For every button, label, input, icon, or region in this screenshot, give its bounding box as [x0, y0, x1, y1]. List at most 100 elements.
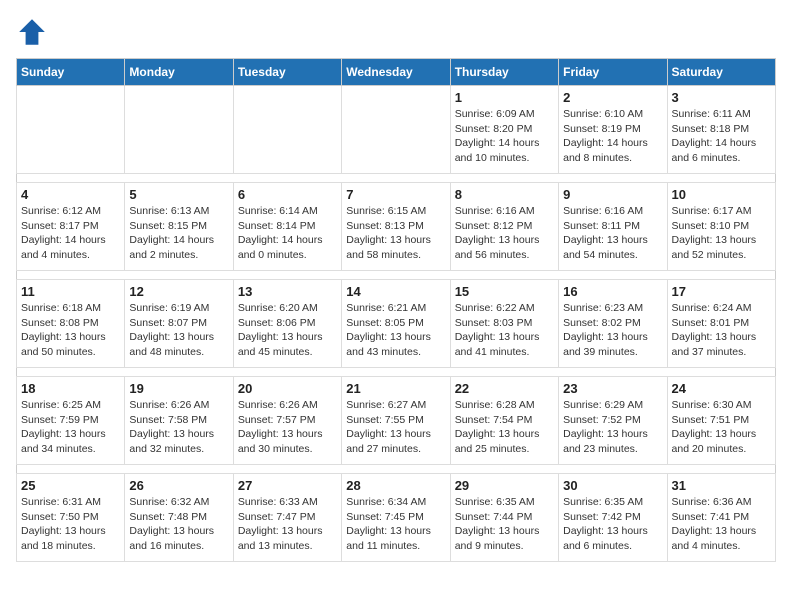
page-header	[16, 16, 776, 48]
weekday-header-tuesday: Tuesday	[233, 59, 341, 86]
weekday-header-monday: Monday	[125, 59, 233, 86]
day-number: 3	[672, 90, 771, 105]
week-row-2: 4 Sunrise: 6:12 AM Sunset: 8:17 PM Daylig…	[17, 183, 776, 271]
day-info: Sunrise: 6:35 AM Sunset: 7:42 PM Dayligh…	[563, 495, 662, 554]
day-info: Sunrise: 6:29 AM Sunset: 7:52 PM Dayligh…	[563, 398, 662, 457]
calendar-cell	[17, 86, 125, 174]
calendar-cell: 9Sunrise: 6:16 AM Sunset: 8:11 PM Daylig…	[559, 183, 667, 271]
weekday-header-row: SundayMondayTuesdayWednesdayThursdayFrid…	[17, 59, 776, 86]
week-row-4: 18Sunrise: 6:25 AM Sunset: 7:59 PM Dayli…	[17, 377, 776, 465]
weekday-header-friday: Friday	[559, 59, 667, 86]
day-info: Sunrise: 6:11 AM Sunset: 8:18 PM Dayligh…	[672, 107, 771, 166]
calendar-cell: 6 Sunrise: 6:14 AM Sunset: 8:14 PM Daylig…	[233, 183, 341, 271]
day-number: 10	[672, 187, 771, 202]
day-info: Sunrise: 6:12 AM Sunset: 8:17 PM Dayligh…	[21, 204, 120, 263]
day-number: 5	[129, 187, 228, 202]
day-info: Sunrise: 6:19 AM Sunset: 8:07 PM Dayligh…	[129, 301, 228, 360]
day-info: Sunrise: 6:10 AM Sunset: 8:19 PM Dayligh…	[563, 107, 662, 166]
day-number: 27	[238, 478, 337, 493]
day-number: 20	[238, 381, 337, 396]
logo-icon	[16, 16, 48, 48]
day-info: Sunrise: 6:09 AM Sunset: 8:20 PM Dayligh…	[455, 107, 554, 166]
day-info: Sunrise: 6:22 AM Sunset: 8:03 PM Dayligh…	[455, 301, 554, 360]
calendar-cell: 2 Sunrise: 6:10 AM Sunset: 8:19 PM Daylig…	[559, 86, 667, 174]
calendar-cell: 5 Sunrise: 6:13 AM Sunset: 8:15 PM Daylig…	[125, 183, 233, 271]
day-number: 13	[238, 284, 337, 299]
calendar-cell: 13Sunrise: 6:20 AM Sunset: 8:06 PM Dayli…	[233, 280, 341, 368]
day-number: 16	[563, 284, 662, 299]
calendar-cell: 4 Sunrise: 6:12 AM Sunset: 8:17 PM Daylig…	[17, 183, 125, 271]
day-number: 31	[672, 478, 771, 493]
day-info: Sunrise: 6:14 AM Sunset: 8:14 PM Dayligh…	[238, 204, 337, 263]
day-info: Sunrise: 6:27 AM Sunset: 7:55 PM Dayligh…	[346, 398, 445, 457]
calendar-cell: 17 Sunrise: 6:24 AM Sunset: 8:01 PM Dayli…	[667, 280, 775, 368]
day-number: 14	[346, 284, 445, 299]
day-number: 12	[129, 284, 228, 299]
day-number: 22	[455, 381, 554, 396]
day-info: Sunrise: 6:35 AM Sunset: 7:44 PM Dayligh…	[455, 495, 554, 554]
day-info: Sunrise: 6:16 AM Sunset: 8:11 PM Dayligh…	[563, 204, 662, 263]
week-separator	[17, 271, 776, 280]
calendar-cell: 15 Sunrise: 6:22 AM Sunset: 8:03 PM Dayli…	[450, 280, 558, 368]
week-separator	[17, 368, 776, 377]
day-number: 4	[21, 187, 120, 202]
calendar-cell: 24 Sunrise: 6:30 AM Sunset: 7:51 PM Dayli…	[667, 377, 775, 465]
calendar-cell	[233, 86, 341, 174]
day-info: Sunrise: 6:34 AM Sunset: 7:45 PM Dayligh…	[346, 495, 445, 554]
day-info: Sunrise: 6:18 AM Sunset: 8:08 PM Dayligh…	[21, 301, 120, 360]
day-number: 18	[21, 381, 120, 396]
day-number: 19	[129, 381, 228, 396]
weekday-header-sunday: Sunday	[17, 59, 125, 86]
calendar-cell: 16 Sunrise: 6:23 AM Sunset: 8:02 PM Dayli…	[559, 280, 667, 368]
calendar-cell: 29 Sunrise: 6:35 AM Sunset: 7:44 PM Dayli…	[450, 474, 558, 562]
day-number: 1	[455, 90, 554, 105]
day-number: 24	[672, 381, 771, 396]
calendar-cell	[342, 86, 450, 174]
day-number: 2	[563, 90, 662, 105]
day-number: 23	[563, 381, 662, 396]
calendar-cell: 12 Sunrise: 6:19 AM Sunset: 8:07 PM Dayli…	[125, 280, 233, 368]
day-info: Sunrise: 6:23 AM Sunset: 8:02 PM Dayligh…	[563, 301, 662, 360]
calendar-cell: 31Sunrise: 6:36 AM Sunset: 7:41 PM Dayli…	[667, 474, 775, 562]
weekday-header-wednesday: Wednesday	[342, 59, 450, 86]
calendar-cell: 20 Sunrise: 6:26 AM Sunset: 7:57 PM Dayli…	[233, 377, 341, 465]
calendar-cell: 25Sunrise: 6:31 AM Sunset: 7:50 PM Dayli…	[17, 474, 125, 562]
week-separator	[17, 174, 776, 183]
day-info: Sunrise: 6:15 AM Sunset: 8:13 PM Dayligh…	[346, 204, 445, 263]
day-info: Sunrise: 6:30 AM Sunset: 7:51 PM Dayligh…	[672, 398, 771, 457]
calendar-table: SundayMondayTuesdayWednesdayThursdayFrid…	[16, 58, 776, 562]
calendar-cell: 1 Sunrise: 6:09 AM Sunset: 8:20 PM Daylig…	[450, 86, 558, 174]
calendar-cell	[125, 86, 233, 174]
day-info: Sunrise: 6:32 AM Sunset: 7:48 PM Dayligh…	[129, 495, 228, 554]
day-number: 6	[238, 187, 337, 202]
day-number: 11	[21, 284, 120, 299]
day-number: 21	[346, 381, 445, 396]
day-info: Sunrise: 6:17 AM Sunset: 8:10 PM Dayligh…	[672, 204, 771, 263]
day-number: 7	[346, 187, 445, 202]
logo	[16, 16, 52, 48]
weekday-header-thursday: Thursday	[450, 59, 558, 86]
day-number: 29	[455, 478, 554, 493]
calendar-cell: 11 Sunrise: 6:18 AM Sunset: 8:08 PM Dayli…	[17, 280, 125, 368]
day-number: 17	[672, 284, 771, 299]
day-info: Sunrise: 6:33 AM Sunset: 7:47 PM Dayligh…	[238, 495, 337, 554]
calendar-cell: 19Sunrise: 6:26 AM Sunset: 7:58 PM Dayli…	[125, 377, 233, 465]
day-number: 25	[21, 478, 120, 493]
calendar-cell: 28 Sunrise: 6:34 AM Sunset: 7:45 PM Dayli…	[342, 474, 450, 562]
week-separator	[17, 465, 776, 474]
calendar-cell: 26 Sunrise: 6:32 AM Sunset: 7:48 PM Dayli…	[125, 474, 233, 562]
day-info: Sunrise: 6:26 AM Sunset: 7:57 PM Dayligh…	[238, 398, 337, 457]
calendar-cell: 18Sunrise: 6:25 AM Sunset: 7:59 PM Dayli…	[17, 377, 125, 465]
calendar-cell: 22 Sunrise: 6:28 AM Sunset: 7:54 PM Dayli…	[450, 377, 558, 465]
day-number: 28	[346, 478, 445, 493]
calendar-cell: 27 Sunrise: 6:33 AM Sunset: 7:47 PM Dayli…	[233, 474, 341, 562]
day-info: Sunrise: 6:13 AM Sunset: 8:15 PM Dayligh…	[129, 204, 228, 263]
day-number: 26	[129, 478, 228, 493]
weekday-header-saturday: Saturday	[667, 59, 775, 86]
day-info: Sunrise: 6:28 AM Sunset: 7:54 PM Dayligh…	[455, 398, 554, 457]
day-info: Sunrise: 6:24 AM Sunset: 8:01 PM Dayligh…	[672, 301, 771, 360]
day-number: 15	[455, 284, 554, 299]
calendar-cell: 23 Sunrise: 6:29 AM Sunset: 7:52 PM Dayli…	[559, 377, 667, 465]
calendar-cell: 8Sunrise: 6:16 AM Sunset: 8:12 PM Daylig…	[450, 183, 558, 271]
week-row-5: 25Sunrise: 6:31 AM Sunset: 7:50 PM Dayli…	[17, 474, 776, 562]
